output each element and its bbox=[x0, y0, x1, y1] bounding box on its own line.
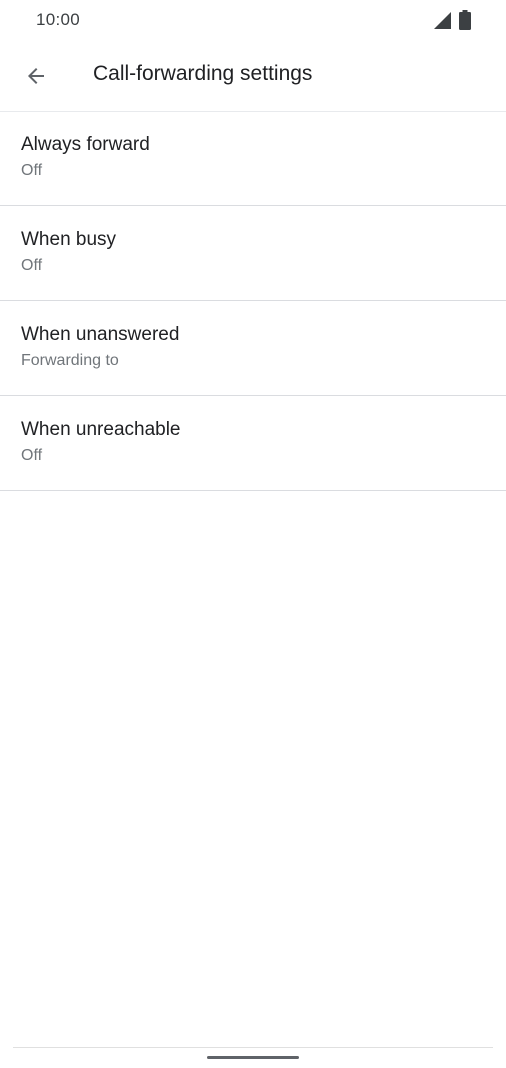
setting-when-busy[interactable]: When busy Off bbox=[0, 206, 506, 301]
setting-title: Always forward bbox=[21, 134, 150, 155]
status-time: 10:00 bbox=[36, 10, 81, 29]
arrow-back-icon bbox=[28, 68, 44, 84]
setting-summary: Forwarding to bbox=[21, 352, 119, 369]
back-button[interactable] bbox=[12, 52, 60, 100]
page-title: Call-forwarding settings bbox=[93, 62, 313, 85]
setting-summary: Off bbox=[21, 447, 43, 464]
app-bar: Call-forwarding settings bbox=[0, 40, 506, 112]
battery-icon bbox=[459, 10, 471, 30]
settings-list: Always forward Off When busy Off When un… bbox=[0, 111, 506, 491]
setting-title: When unanswered bbox=[21, 324, 180, 345]
setting-summary: Off bbox=[21, 257, 43, 274]
nav-bar-divider bbox=[13, 1047, 493, 1048]
setting-when-unanswered[interactable]: When unanswered Forwarding to bbox=[0, 301, 506, 396]
home-gesture-handle[interactable] bbox=[207, 1056, 299, 1059]
setting-title: When unreachable bbox=[21, 419, 181, 440]
setting-always-forward[interactable]: Always forward Off bbox=[0, 111, 506, 206]
setting-summary: Off bbox=[21, 162, 43, 179]
setting-title: When busy bbox=[21, 229, 117, 250]
cell-signal-icon bbox=[434, 12, 451, 29]
status-bar: 10:00 bbox=[0, 0, 506, 40]
setting-when-unreachable[interactable]: When unreachable Off bbox=[0, 396, 506, 491]
